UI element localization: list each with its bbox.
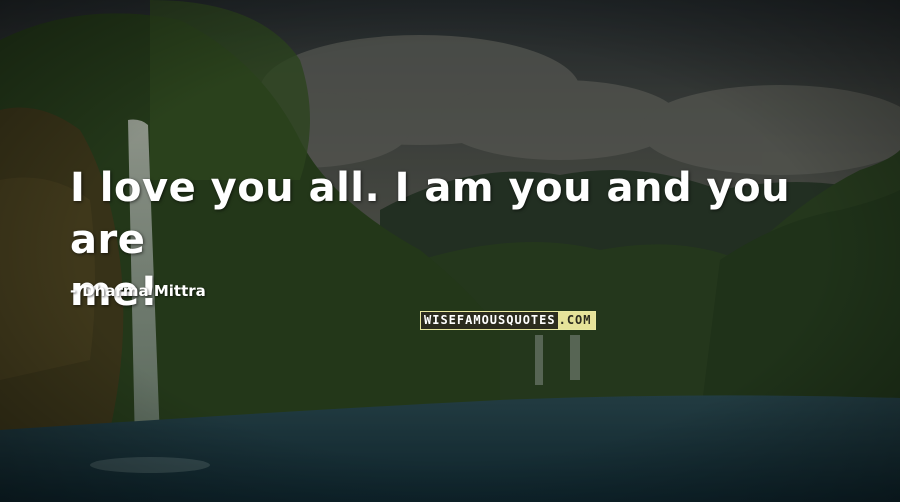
site-watermark: WISEFAMOUSQUOTES .COM xyxy=(420,311,596,330)
quote-line-1: I love you all. I am you and you are xyxy=(70,165,791,263)
author-name: Dharma Mittra xyxy=(82,282,206,300)
author-dash: - xyxy=(70,282,77,300)
quote-card: I love you all. I am you and you are me!… xyxy=(0,0,900,502)
watermark-tld: .COM xyxy=(557,312,595,329)
quote-author: - Dharma Mittra xyxy=(70,282,206,300)
watermark-name: WISEFAMOUSQUOTES xyxy=(421,312,558,329)
